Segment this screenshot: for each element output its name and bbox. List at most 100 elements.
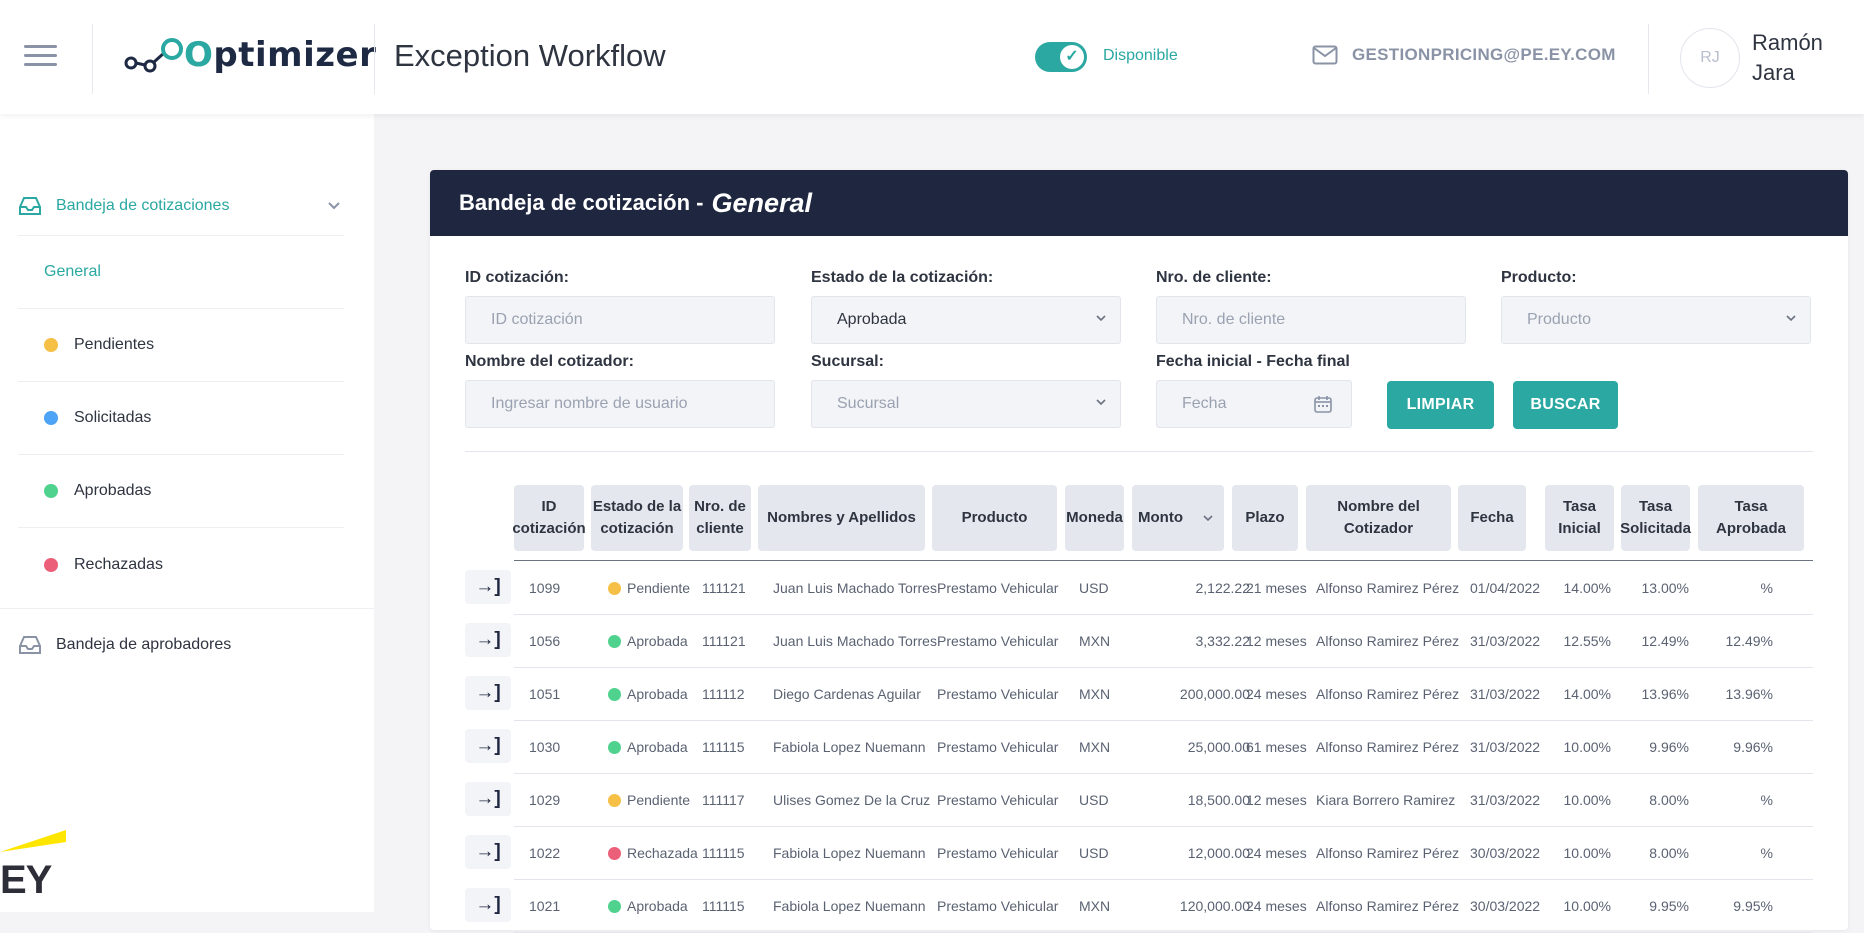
open-row-icon[interactable]: →]: [465, 729, 511, 763]
sort-chevron-icon[interactable]: [1201, 511, 1215, 525]
status-dot: [44, 411, 58, 425]
cell-sol: 8.00%: [1649, 845, 1689, 861]
cell-cliente: 111121: [702, 580, 746, 596]
status-dot: [608, 634, 621, 648]
status-dot: [44, 557, 58, 572]
sidebar-section-label: Bandeja de aprobadores: [56, 636, 232, 653]
user-first-name: Ramón: [1752, 30, 1823, 55]
col-header-tasa-inicial[interactable]: Tasa Inicial: [1545, 485, 1614, 551]
calendar-icon[interactable]: [1313, 394, 1333, 414]
id-input[interactable]: ID cotización: [465, 296, 775, 344]
open-row-icon[interactable]: →]: [465, 888, 511, 922]
cell-apr: %: [1760, 792, 1773, 808]
cell-ini: 14.00%: [1563, 686, 1611, 702]
col-header-tasa-aprobada[interactable]: Tasa Aprobada: [1698, 485, 1804, 551]
col-header-plazo[interactable]: Plazo: [1232, 485, 1298, 551]
cell-sol: 13.96%: [1641, 686, 1689, 702]
sidebar: Bandeja de cotizaciones General Pendient…: [0, 114, 374, 912]
col-header-id[interactable]: ID cotización: [512, 485, 586, 551]
fecha-input[interactable]: Fecha: [1156, 380, 1352, 428]
sidebar-item-bandeja-aprobadores[interactable]: Bandeja de aprobadores: [18, 617, 231, 673]
estado-value: Aprobada: [837, 311, 907, 328]
email-text: GESTIONPRICING@PE.EY.COM: [1352, 45, 1616, 64]
avatar[interactable]: RJ: [1680, 28, 1740, 88]
cell-moneda: MXN: [1079, 739, 1111, 755]
open-row-icon[interactable]: →]: [465, 623, 511, 657]
cell-plazo: 12 meses: [1246, 792, 1307, 808]
inbox-icon: [19, 196, 41, 215]
cell-monto: 3,332.22: [1195, 633, 1251, 649]
chevron-down-icon[interactable]: [326, 198, 342, 214]
card-title-view: General: [711, 187, 813, 218]
sidebar-item-general[interactable]: General: [18, 236, 344, 309]
row-divider: [514, 614, 1813, 615]
cell-plazo: 24 meses: [1246, 686, 1307, 702]
cell-id: 1099: [529, 580, 561, 596]
sidebar-item-rechazadas[interactable]: Rechazadas: [18, 528, 344, 601]
open-row-icon[interactable]: →]: [465, 782, 511, 816]
sidebar-item-label: Pendientes: [74, 336, 155, 353]
chevron-down-icon: [1786, 315, 1796, 322]
cell-id: 1029: [529, 792, 561, 808]
row-divider: [514, 720, 1813, 721]
menu-icon[interactable]: [24, 45, 57, 67]
sidebar-item-pendientes[interactable]: Pendientes: [18, 309, 344, 382]
cell-ini: 12.55%: [1563, 633, 1611, 649]
col-header-fecha[interactable]: Fecha: [1458, 485, 1526, 551]
cotizador-input[interactable]: Ingresar nombre de usuario: [465, 380, 775, 428]
col-header-producto[interactable]: Producto: [932, 485, 1057, 551]
sidebar-item-label: Aprobadas: [74, 482, 152, 499]
cell-cotizador: Kiara Borrero Ramirez: [1316, 792, 1456, 808]
inbox-icon: [19, 636, 41, 654]
cell-fecha: 30/03/2022: [1470, 845, 1541, 861]
open-row-icon[interactable]: →]: [465, 570, 511, 604]
availability-toggle[interactable]: ✓: [1035, 42, 1087, 72]
cliente-input[interactable]: Nro. de cliente: [1156, 296, 1466, 344]
col-header-moneda[interactable]: Moneda: [1065, 485, 1124, 551]
logo-gears-icon: [124, 38, 183, 73]
producto-select[interactable]: Producto: [1501, 296, 1811, 344]
limpiar-button[interactable]: LIMPIAR: [1387, 381, 1494, 429]
col-header-monto[interactable]: Monto: [1132, 485, 1224, 551]
estado-select[interactable]: Aprobada: [811, 296, 1121, 344]
sucursal-select[interactable]: Sucursal: [811, 380, 1121, 428]
user-name[interactable]: Ramón Jara: [1752, 28, 1823, 88]
cell-sol: 8.00%: [1649, 792, 1689, 808]
open-row-icon[interactable]: →]: [465, 676, 511, 710]
sidebar-item-aprobadas[interactable]: Aprobadas: [18, 455, 344, 528]
status-dot: [608, 793, 621, 807]
status-dot: [608, 740, 621, 754]
cell-nombre: Juan Luis Machado Torres: [773, 580, 937, 596]
col-header-nombres[interactable]: Nombres y Apellidos: [758, 485, 925, 551]
producto-label: Producto:: [1501, 269, 1577, 286]
sidebar-item-bandeja-cotizaciones[interactable]: Bandeja de cotizaciones: [18, 176, 344, 236]
status-badge: Aprobada: [608, 739, 688, 755]
cell-apr: 9.96%: [1733, 739, 1773, 755]
open-row-icon[interactable]: →]: [465, 835, 511, 869]
chevron-down-icon: [1096, 315, 1106, 322]
card-title: Bandeja de cotización -: [459, 190, 704, 215]
cell-apr: 12.49%: [1725, 633, 1773, 649]
col-header-estado[interactable]: Estado de la cotización: [591, 485, 683, 551]
sucursal-placeholder: Sucursal: [837, 395, 900, 412]
email-contact[interactable]: GESTIONPRICING@PE.EY.COM: [1312, 45, 1616, 65]
buscar-button[interactable]: BUSCAR: [1513, 381, 1618, 429]
cell-monto: 2,122.22: [1195, 580, 1251, 596]
cell-id: 1056: [529, 633, 561, 649]
row-divider: [514, 667, 1813, 668]
col-header-cliente[interactable]: Nro. de cliente: [689, 485, 751, 551]
status-badge: Pendiente: [608, 580, 690, 596]
status-label: Pendiente: [627, 580, 691, 596]
sidebar-item-solicitadas[interactable]: Solicitadas: [18, 382, 344, 455]
col-header-tasa-solicitada[interactable]: Tasa Solicitada: [1620, 485, 1691, 551]
sidebar-item-label: General: [44, 263, 101, 280]
cell-ini: 10.00%: [1563, 792, 1611, 808]
cell-producto: Prestamo Vehicular: [937, 792, 1059, 808]
mail-icon: [1312, 45, 1338, 65]
app-title: Exception Workflow: [394, 38, 666, 73]
status-dot: [44, 338, 58, 352]
cell-producto: Prestamo Vehicular: [937, 580, 1059, 596]
cell-cotizador: Alfonso Ramirez Pérez: [1316, 686, 1460, 702]
status-dot: [608, 846, 621, 860]
col-header-cotizador[interactable]: Nombre del Cotizador: [1306, 485, 1451, 551]
